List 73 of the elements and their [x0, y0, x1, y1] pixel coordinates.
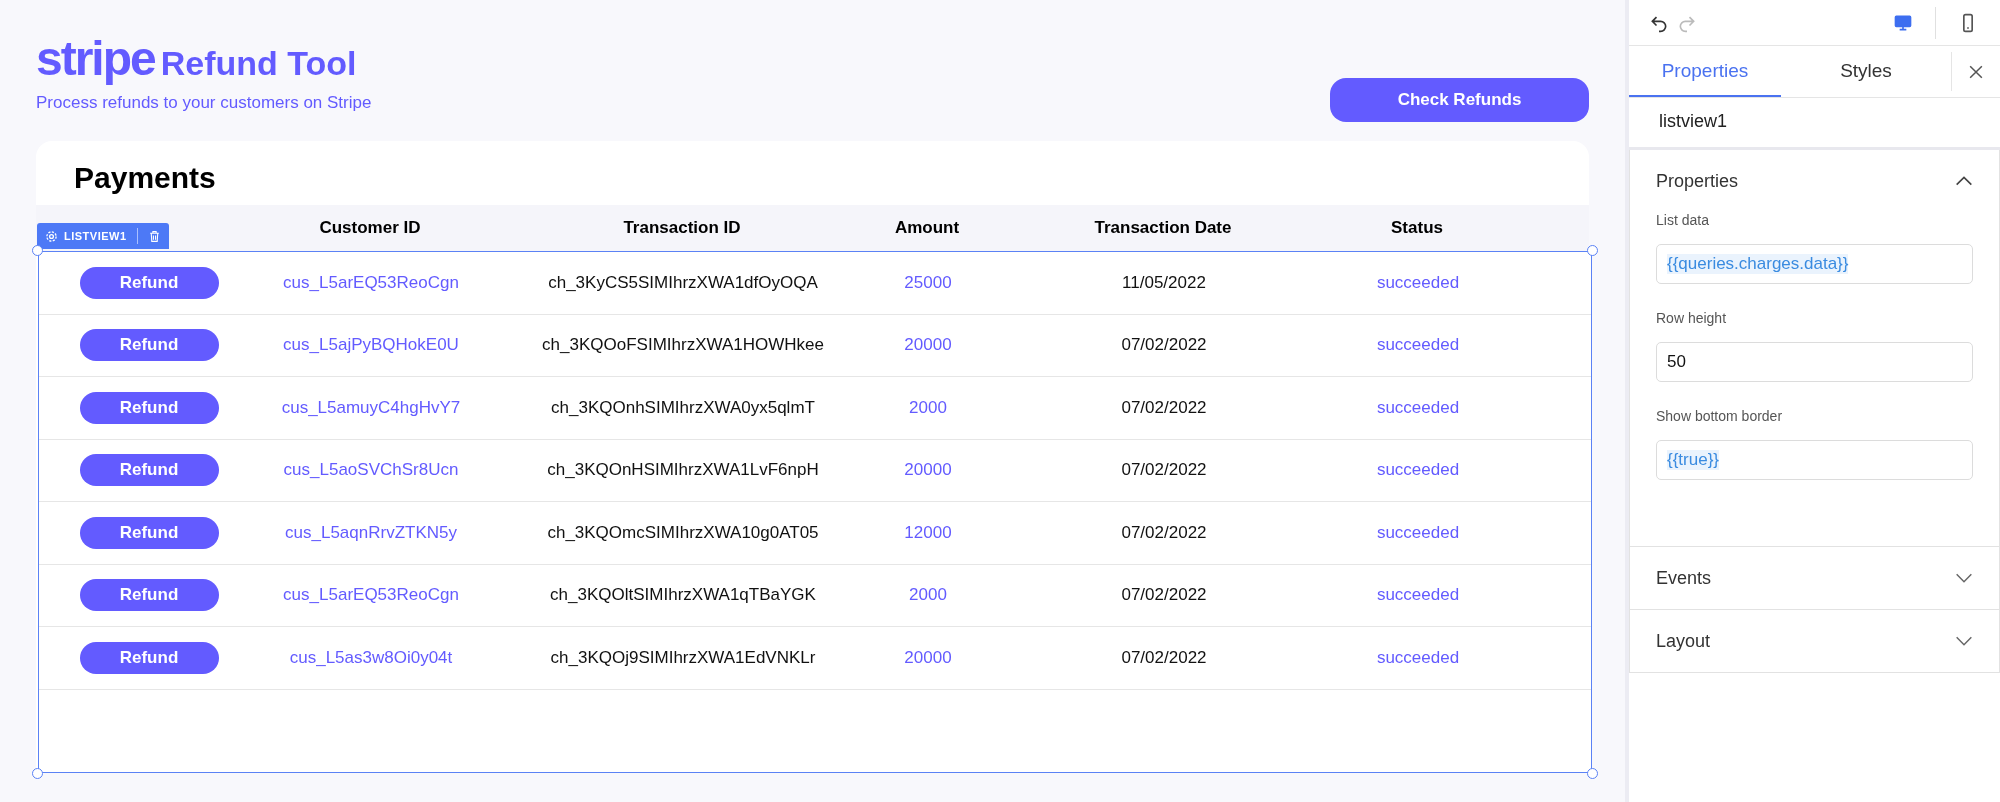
- trash-icon[interactable]: [147, 229, 161, 243]
- refund-button[interactable]: Refund: [79, 266, 219, 299]
- refund-button[interactable]: Refund: [79, 579, 219, 612]
- panel-tab[interactable]: Properties: [1629, 46, 1781, 97]
- status-cell: succeeded: [1376, 647, 1460, 668]
- date-cell: 07/02/2022: [1121, 522, 1207, 543]
- status-cell: succeeded: [1376, 460, 1460, 481]
- status-cell: succeeded: [1376, 585, 1460, 606]
- input-field[interactable]: {{true}}: [1656, 440, 1973, 480]
- panel-tab[interactable]: Styles: [1781, 46, 1951, 97]
- date-cell: 07/02/2022: [1121, 585, 1207, 606]
- customer-id-cell: cus_L5ajPyBQHokE0U: [283, 335, 459, 356]
- customer-id-cell: cus_L5as3w8Oi0y04t: [289, 647, 453, 668]
- date-cell: 07/02/2022: [1121, 335, 1207, 356]
- amount-cell: 2000: [909, 585, 947, 606]
- customer-id-cell: cus_L5aoSVChSr8Ucn: [283, 460, 459, 481]
- customer-id-cell: cus_L5aqnRrvZTKN5y: [285, 522, 457, 543]
- refund-button[interactable]: Refund: [79, 641, 219, 674]
- transaction-id-cell: ch_3KQOnhSIMIhrzXWA0yx5qlmT: [551, 397, 815, 418]
- amount-cell: 20000: [904, 335, 952, 356]
- customer-id-cell: cus_L5arEQ53ReoCgn: [283, 272, 459, 293]
- section-title: Events: [1656, 567, 1712, 589]
- refund-button[interactable]: Refund: [79, 454, 219, 487]
- resize-handle[interactable]: [1587, 768, 1598, 779]
- amount-cell: 25000: [904, 272, 952, 293]
- transaction-id-cell: ch_3KQOj9SIMIhrzXWA1EdVNKLr: [550, 647, 816, 668]
- resize-handle[interactable]: [1587, 245, 1598, 256]
- status-cell: succeeded: [1376, 522, 1460, 543]
- column-header: Transaction ID: [622, 218, 742, 238]
- refund-button[interactable]: Refund: [79, 329, 219, 362]
- column-header: Transaction Date: [1093, 218, 1233, 238]
- transaction-id-cell: ch_3KyCS5SIMIhrzXWA1dfOyOQA: [548, 272, 818, 293]
- app-title: Refund Tool: [160, 43, 357, 83]
- field-label: Row height: [1656, 310, 1728, 326]
- refund-button[interactable]: Refund: [79, 391, 219, 424]
- selection-badge[interactable]: LISTVIEW1: [37, 223, 169, 249]
- status-cell: succeeded: [1376, 272, 1460, 293]
- input-field[interactable]: 50: [1656, 342, 1973, 382]
- refund-button[interactable]: Refund: [79, 516, 219, 549]
- field-label: List data: [1656, 212, 1710, 228]
- amount-cell: 2000: [909, 397, 947, 418]
- transaction-id-cell: ch_3KQOltSIMIhrzXWA1qTBaYGK: [550, 585, 816, 606]
- amount-cell: 20000: [904, 647, 952, 668]
- date-cell: 07/02/2022: [1121, 397, 1207, 418]
- column-header: Amount: [893, 218, 961, 238]
- status-cell: succeeded: [1376, 335, 1460, 356]
- status-cell: succeeded: [1376, 397, 1460, 418]
- section-title: Layout: [1656, 630, 1711, 652]
- date-cell: 07/02/2022: [1121, 647, 1207, 668]
- date-cell: 07/02/2022: [1121, 460, 1207, 481]
- customer-id-cell: cus_L5arEQ53ReoCgn: [283, 585, 459, 606]
- transaction-id-cell: ch_3KQOnHSIMIhrzXWA1LvF6npH: [547, 460, 819, 481]
- column-header: Customer ID: [318, 218, 422, 238]
- app-subtitle: Process refunds to your customers on Stripe: [36, 93, 372, 113]
- section-title: Properties: [1656, 170, 1739, 192]
- transaction-id-cell: ch_3KQOmcSIMIhrzXWA10g0AT05: [547, 522, 819, 543]
- input-field[interactable]: {{queries.charges.data}}: [1656, 244, 1973, 284]
- transaction-id-cell: ch_3KQOoFSIMIhrzXWA1HOWHkee: [542, 335, 824, 356]
- check-refunds-button[interactable]: Check Refunds: [1330, 78, 1589, 122]
- component-label: LISTVIEW1: [64, 230, 127, 242]
- settings-icon[interactable]: [45, 229, 58, 243]
- amount-cell: 20000: [904, 460, 952, 481]
- brand-logo: stripe: [36, 35, 155, 83]
- amount-cell: 12000: [904, 522, 952, 543]
- field-label: Show bottom border: [1656, 408, 1784, 424]
- card-title: Payments: [73, 160, 217, 196]
- resize-handle[interactable]: [32, 245, 43, 256]
- date-cell: 11/05/2022: [1122, 272, 1206, 293]
- component-name: listview1: [1629, 98, 2000, 150]
- list-view[interactable]: [38, 251, 1592, 773]
- column-header: Status: [1390, 218, 1444, 238]
- resize-handle[interactable]: [32, 768, 43, 779]
- customer-id-cell: cus_L5amuyC4hgHvY7: [281, 397, 461, 418]
